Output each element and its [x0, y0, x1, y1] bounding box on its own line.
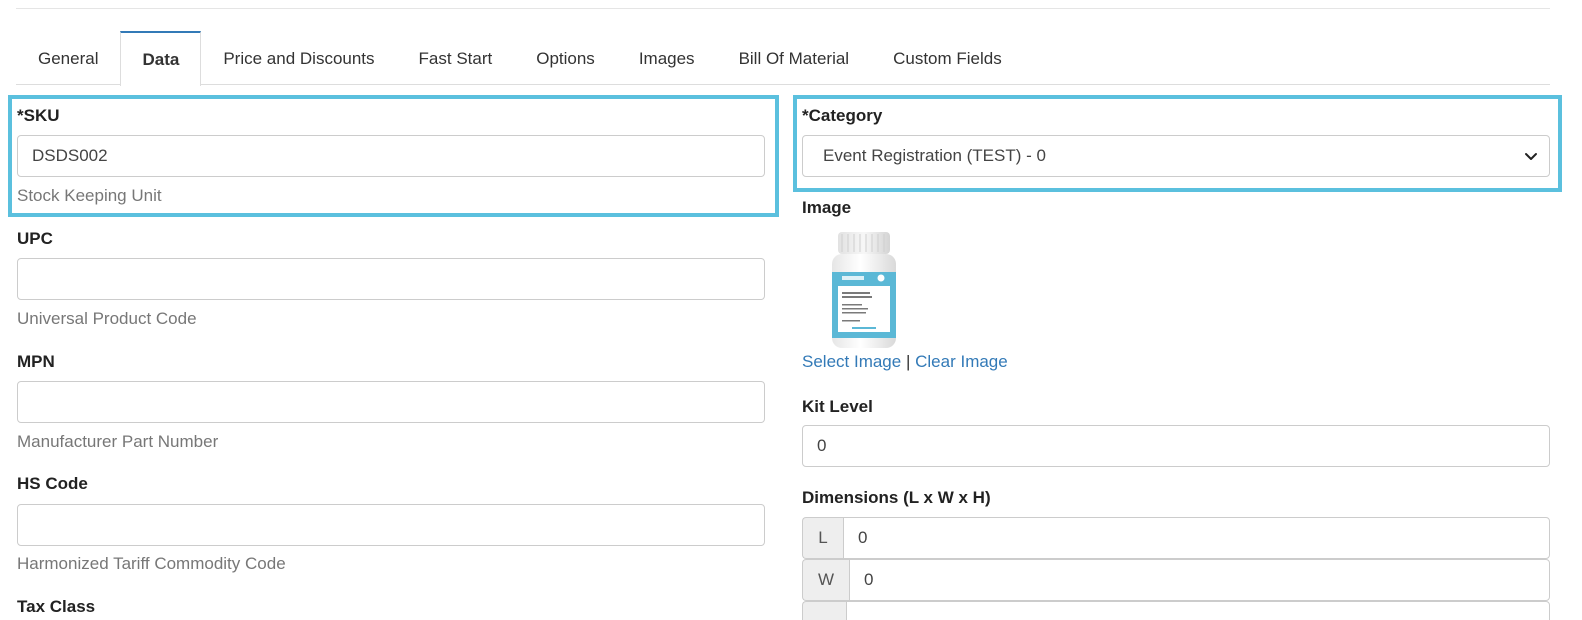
length-addon: L	[802, 517, 843, 559]
mpn-label: MPN	[17, 352, 55, 371]
image-links: Select Image | Clear Image	[802, 352, 1008, 372]
tab-bill-of-material[interactable]: Bill Of Material	[717, 31, 872, 85]
upc-input[interactable]	[17, 258, 765, 300]
tab-general[interactable]: General	[16, 31, 120, 85]
tab-custom-fields[interactable]: Custom Fields	[871, 31, 1024, 85]
width-addon: W	[802, 559, 849, 601]
tab-data[interactable]: Data	[120, 31, 202, 86]
height-addon	[802, 601, 846, 620]
category-label: *Category	[802, 106, 883, 125]
upc-help-text: Universal Product Code	[17, 309, 197, 328]
select-image-link[interactable]: Select Image	[802, 352, 901, 371]
clear-image-link[interactable]: Clear Image	[915, 352, 1008, 371]
link-separator: |	[905, 352, 911, 371]
tab-options[interactable]: Options	[514, 31, 617, 85]
mpn-input[interactable]	[17, 381, 765, 423]
category-selected-value: Event Registration (TEST) - 0	[823, 146, 1046, 165]
height-input-group	[802, 601, 1550, 620]
mpn-help-text: Manufacturer Part Number	[17, 432, 219, 451]
tab-price-and-discounts[interactable]: Price and Discounts	[201, 31, 396, 85]
sku-input[interactable]: DSDS002	[17, 135, 765, 177]
dimensions-label: Dimensions (L x W x H)	[802, 488, 991, 507]
top-divider	[16, 8, 1550, 9]
tax-class-label: Tax Class	[17, 597, 96, 616]
product-image	[832, 232, 896, 348]
height-input[interactable]	[846, 601, 1550, 620]
tab-bar: General Data Price and Discounts Fast St…	[16, 31, 1550, 86]
image-label: Image	[802, 198, 852, 217]
hs-code-label: HS Code	[17, 474, 88, 493]
sku-label: *SKU	[17, 106, 60, 125]
chevron-down-icon	[1525, 153, 1537, 160]
tab-fast-start[interactable]: Fast Start	[397, 31, 515, 85]
kit-level-label: Kit Level	[802, 397, 873, 416]
length-input[interactable]: 0	[843, 517, 1550, 559]
hs-code-help-text: Harmonized Tariff Commodity Code	[17, 554, 286, 573]
sku-help-text: Stock Keeping Unit	[17, 186, 162, 205]
width-input-group: W 0	[802, 559, 1550, 601]
kit-level-input[interactable]: 0	[802, 425, 1550, 467]
length-input-group: L 0	[802, 517, 1550, 559]
width-input[interactable]: 0	[849, 559, 1550, 601]
upc-label: UPC	[17, 229, 53, 248]
category-select[interactable]: Event Registration (TEST) - 0	[802, 135, 1550, 177]
tab-images[interactable]: Images	[617, 31, 717, 85]
hs-code-input[interactable]	[17, 504, 765, 546]
